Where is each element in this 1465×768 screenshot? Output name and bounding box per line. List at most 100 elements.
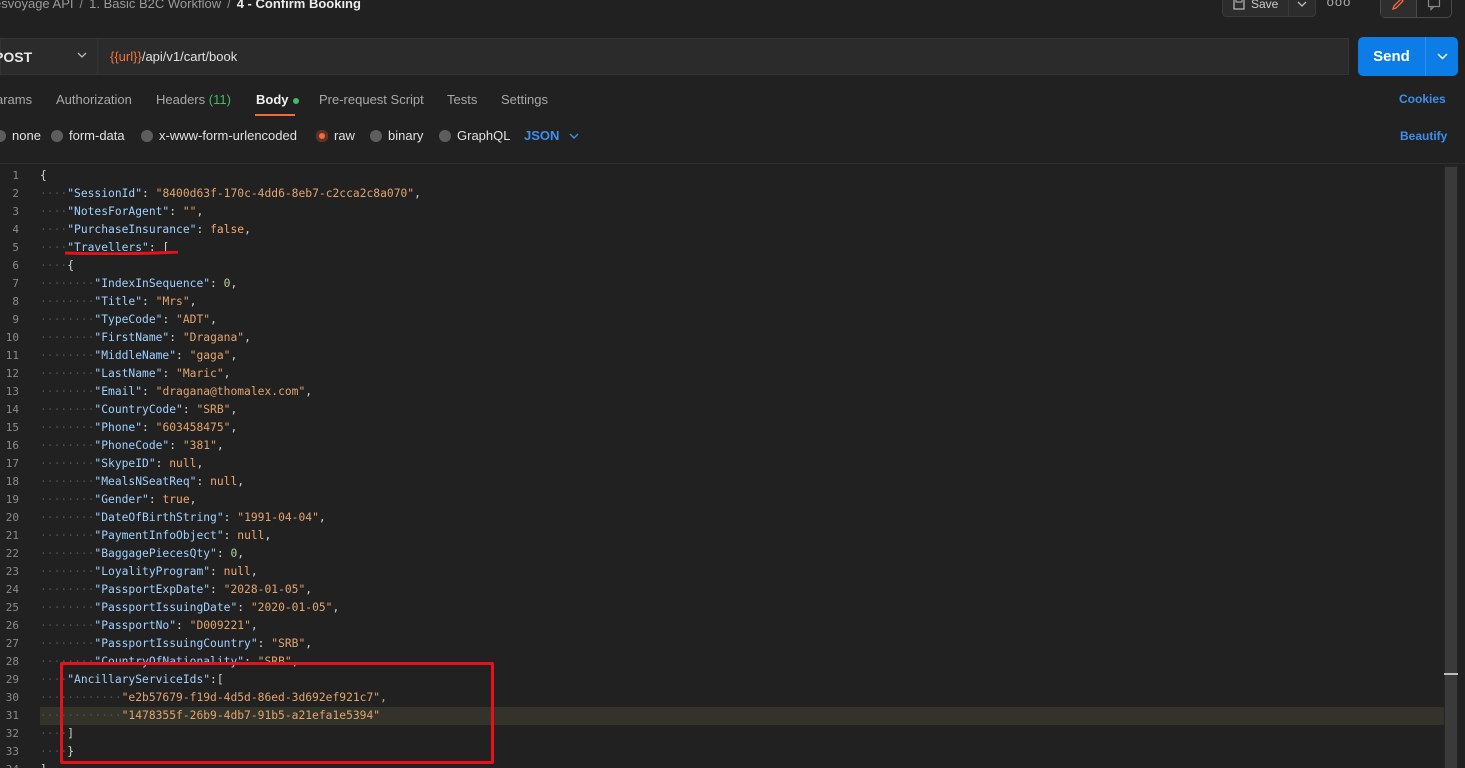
code-line: ········"PaymentInfoObject": null, <box>40 527 271 545</box>
json-key: "PhoneCode" <box>94 439 170 452</box>
breadcrumb-current-request[interactable]: 4 - Confirm Booking <box>237 0 361 11</box>
json-key: "IndexInSequence" <box>94 277 211 290</box>
line-number: 22 <box>5 547 19 560</box>
body-format-select[interactable]: JSON <box>524 128 579 143</box>
radio-raw-selected[interactable] <box>316 129 328 142</box>
radio-binary[interactable] <box>370 129 382 142</box>
code-line: ····{ <box>40 257 74 275</box>
line-number: 7 <box>12 277 19 290</box>
indent-guide: ···· <box>40 187 68 200</box>
tab-authorization[interactable]: Authorization <box>56 92 132 107</box>
json-colon: : <box>169 439 183 452</box>
code-line: ········"MiddleName": "gaga", <box>40 347 237 365</box>
json-comma: , <box>230 349 238 362</box>
indent-guide: ········ <box>40 601 95 614</box>
code-line: ········"SkypeID": null, <box>40 455 203 473</box>
json-colon: : <box>216 547 231 560</box>
json-value: "Dragana" <box>182 331 245 344</box>
json-key: "Title" <box>94 295 143 308</box>
body-option-urlencoded[interactable]: x-www-form-urlencoded <box>141 128 297 143</box>
tab-pre-request-script[interactable]: Pre-request Script <box>319 92 424 107</box>
json-comma: , <box>230 277 238 290</box>
line-number: 20 <box>5 511 19 524</box>
send-options-dropdown[interactable] <box>1425 37 1458 76</box>
body-option-form-data[interactable]: form-data <box>51 128 125 143</box>
json-value: "D009221" <box>189 619 251 632</box>
body-option-none-label: none <box>12 128 41 143</box>
headers-count-badge: (11) <box>208 92 231 107</box>
top-bar: esvoyage API / 1. Basic B2C Workflow / 4 - C… <box>0 0 1465 22</box>
json-key: "PassportIssuingDate" <box>94 601 238 614</box>
json-colon: : <box>223 529 238 542</box>
indent-guide: ···· <box>40 259 68 272</box>
save-button[interactable]: Save <box>1223 0 1290 16</box>
send-button[interactable]: Send <box>1358 37 1425 76</box>
code-line: ] <box>40 761 47 768</box>
line-number: 16 <box>5 439 19 452</box>
json-comma: , <box>244 331 251 344</box>
cookies-link[interactable]: Cookies <box>1399 92 1446 106</box>
json-colon: : <box>142 295 156 308</box>
json-colon: : <box>142 385 156 398</box>
tab-headers[interactable]: Headers (11) <box>156 92 231 107</box>
indent-guide: ········ <box>40 511 95 524</box>
json-key: "PassportExpDate" <box>94 583 211 596</box>
json-colon: : <box>142 421 156 434</box>
editor-scrollbar-thumb[interactable] <box>1445 167 1457 768</box>
line-number: 27 <box>5 637 19 650</box>
radio-urlencoded[interactable] <box>141 129 153 142</box>
line-number: 29 <box>5 673 19 686</box>
chevron-down-icon <box>569 133 579 139</box>
indent-guide: ········ <box>40 403 95 416</box>
save-label: Save <box>1251 0 1279 11</box>
json-value: null <box>210 475 238 488</box>
code-line: ········"LastName": "Maric", <box>40 365 230 383</box>
breadcrumb-folder[interactable]: 1. Basic B2C Workflow <box>89 0 221 11</box>
breadcrumb: esvoyage API / 1. Basic B2C Workflow / 4 - C… <box>0 0 361 11</box>
radio-graphql[interactable] <box>439 129 451 142</box>
json-key: "DateOfBirthString" <box>94 511 224 524</box>
save-options-dropdown[interactable] <box>1289 0 1315 16</box>
indent-guide: ········ <box>40 493 95 506</box>
comments-mode-button[interactable] <box>1417 0 1452 17</box>
indent-guide: ········ <box>40 277 95 290</box>
json-value: "Mrs" <box>155 295 190 308</box>
json-key: "BaggagePiecesQty" <box>94 547 217 560</box>
radio-none[interactable] <box>0 129 6 142</box>
body-option-none[interactable]: none <box>0 128 41 143</box>
line-number: 26 <box>5 619 19 632</box>
tab-params[interactable]: arams <box>0 92 32 107</box>
json-value: "2020-01-05" <box>250 601 333 614</box>
line-number: 28 <box>5 655 19 668</box>
json-comma: , <box>237 547 245 560</box>
body-option-form-data-label: form-data <box>69 128 125 143</box>
json-colon: : <box>169 205 183 218</box>
line-number: 14 <box>5 403 19 416</box>
beautify-link[interactable]: Beautify <box>1400 129 1447 143</box>
tab-tests[interactable]: Tests <box>447 92 477 107</box>
body-option-binary[interactable]: binary <box>370 128 423 143</box>
line-number: 32 <box>5 727 19 740</box>
code-line: ········"PassportIssuingCountry": "SRB", <box>40 635 312 653</box>
body-option-raw[interactable]: raw <box>316 128 355 143</box>
more-actions-button[interactable]: ooo <box>1326 0 1352 12</box>
json-colon: : <box>155 457 170 470</box>
tab-body[interactable]: Body <box>256 92 299 107</box>
json-comma: , <box>230 403 238 416</box>
code-line: ········"PassportExpDate": "2028-01-05", <box>40 581 312 599</box>
body-option-graphql[interactable]: GraphQL <box>439 128 510 143</box>
tab-body-label: Body <box>256 92 289 107</box>
indent-guide: ········ <box>40 457 95 470</box>
tab-settings[interactable]: Settings <box>501 92 548 107</box>
breadcrumb-collection[interactable]: esvoyage API <box>0 0 74 11</box>
line-number: 24 <box>5 583 19 596</box>
code-line: ········"PassportIssuingDate": "2020-01-… <box>40 599 339 617</box>
active-tab-indicator <box>255 114 295 116</box>
scroll-position-marker <box>1444 673 1458 675</box>
http-method-select[interactable]: POST <box>0 38 97 75</box>
pencil-icon <box>1392 0 1405 11</box>
json-comma: , <box>244 223 251 236</box>
request-url-input[interactable]: {{url}}/api/v1/cart/book <box>97 38 1349 75</box>
radio-form-data[interactable] <box>51 129 63 142</box>
edit-mode-button[interactable] <box>1381 0 1417 17</box>
